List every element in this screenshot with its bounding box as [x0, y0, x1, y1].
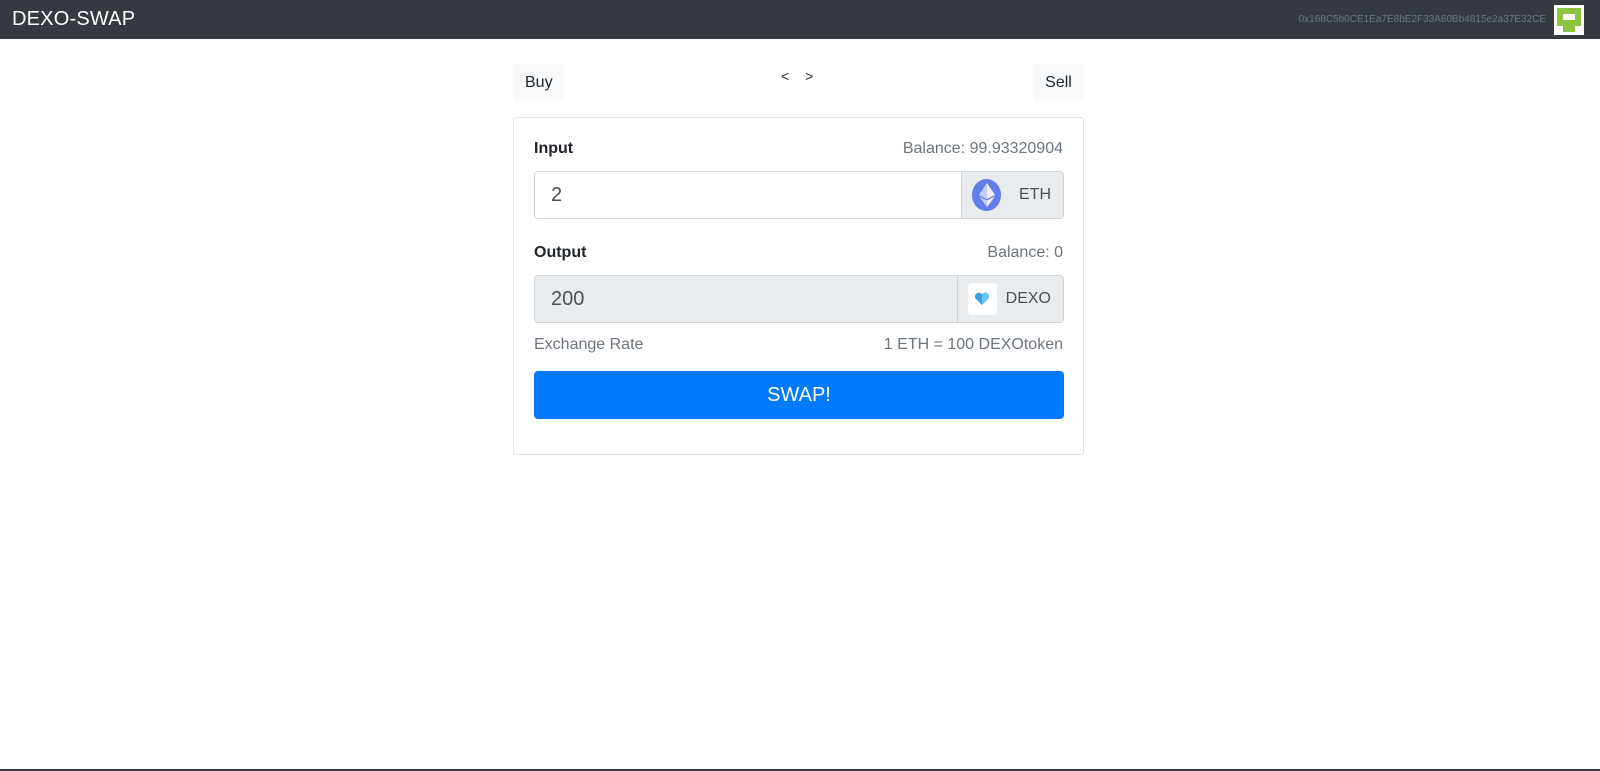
output-label: Output — [534, 244, 587, 261]
input-token-label: ETH — [1019, 186, 1051, 203]
output-group: DEXO — [534, 275, 1064, 323]
exchange-rate-label: Exchange Rate — [534, 336, 644, 353]
output-balance: Balance: 0 — [987, 244, 1063, 261]
input-balance: Balance: 99.93320904 — [902, 140, 1063, 157]
prev-arrow[interactable]: < — [781, 68, 791, 84]
brand-title[interactable]: DEXO-SWAP — [12, 8, 135, 31]
exchange-rate-row: Exchange Rate 1 ETH = 100 DEXOtoken — [534, 336, 1063, 354]
swap-button[interactable]: SWAP! — [534, 371, 1064, 419]
top-navbar: DEXO-SWAP 0x168C5b0CE1Ea7E8bE2F33A60Bb48… — [0, 0, 1600, 39]
output-header: Output Balance: 0 — [534, 244, 1063, 262]
input-amount-field[interactable] — [535, 172, 961, 218]
swap-card: Input Balance: 99.93320904 ETH Output Ba… — [513, 117, 1084, 455]
ethereum-icon — [972, 179, 1001, 211]
output-token-label: DEXO — [1005, 290, 1051, 307]
dexo-token-icon — [968, 283, 997, 315]
next-arrow[interactable]: > — [805, 68, 815, 84]
input-group: ETH — [534, 171, 1064, 219]
input-token-addon: ETH — [961, 172, 1063, 218]
sell-button[interactable]: Sell — [1033, 64, 1084, 101]
exchange-rate-value: 1 ETH = 100 DEXOtoken — [883, 336, 1063, 353]
output-amount-field — [535, 276, 957, 322]
account-info: 0x168C5b0CE1Ea7E8bE2F33A60Bb4815e2a37E32… — [1298, 4, 1584, 35]
input-header: Input Balance: 99.93320904 — [534, 140, 1063, 158]
buy-button[interactable]: Buy — [513, 64, 564, 101]
output-token-addon: DEXO — [957, 276, 1063, 322]
input-label: Input — [534, 140, 574, 157]
identicon-avatar-icon — [1554, 4, 1584, 35]
account-address: 0x168C5b0CE1Ea7E8bE2F33A60Bb4815e2a37E32… — [1298, 14, 1546, 25]
swap-direction-arrows: < > — [781, 68, 823, 84]
